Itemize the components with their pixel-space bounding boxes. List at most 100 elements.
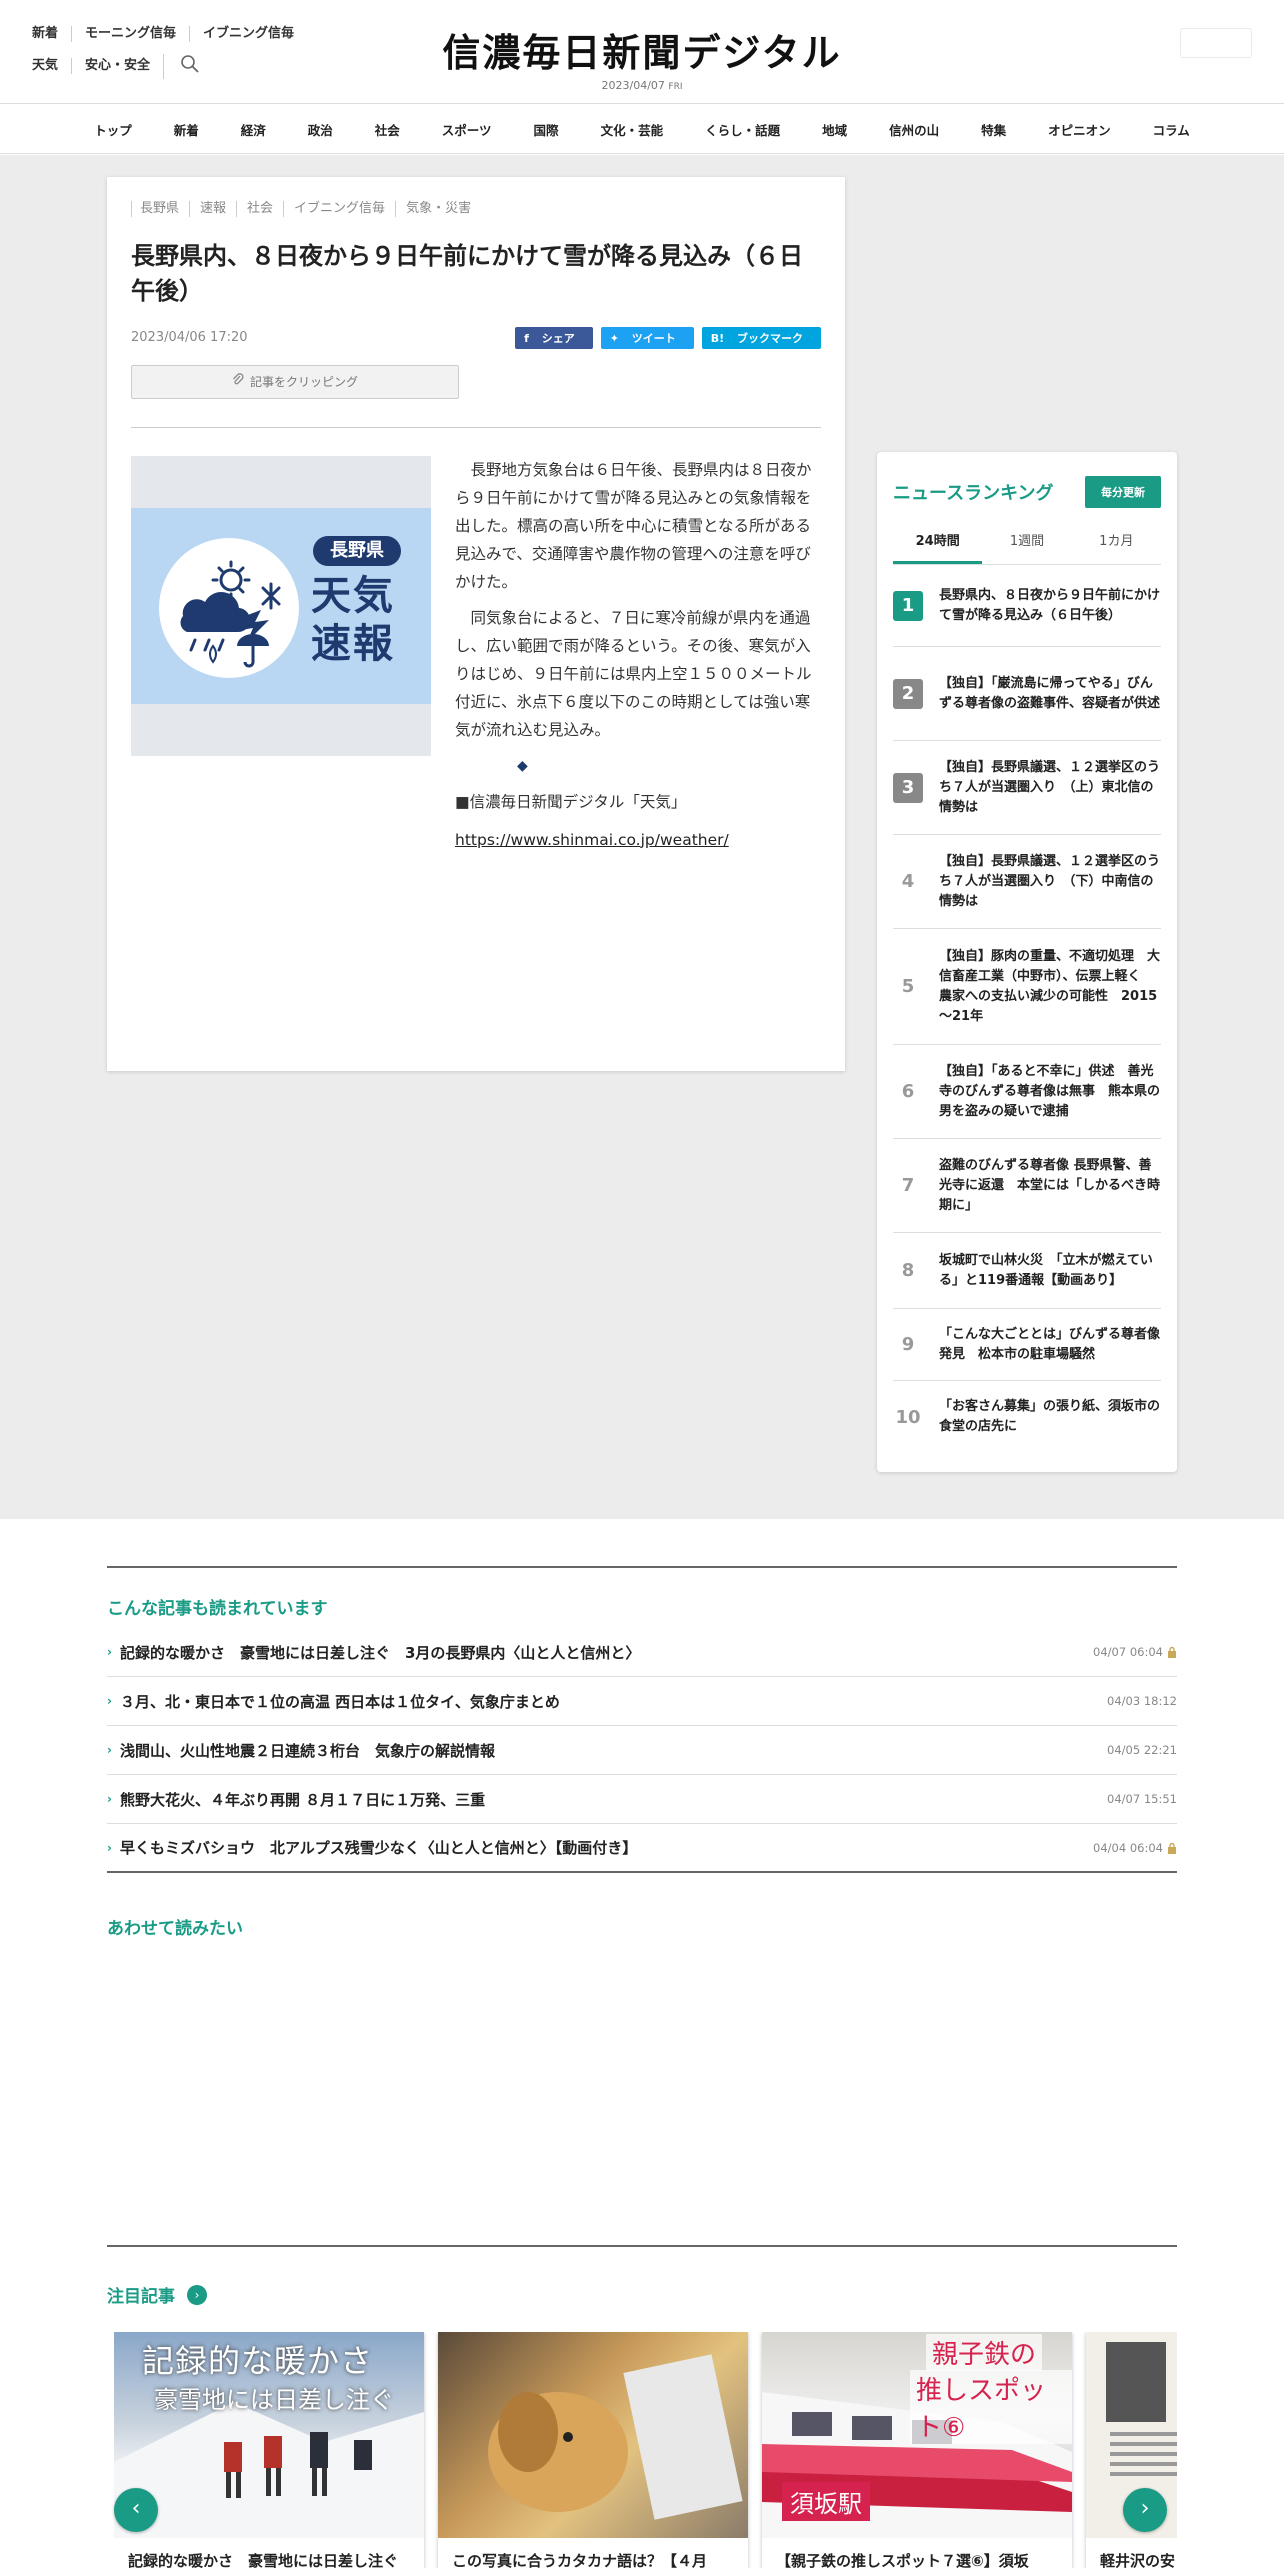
clip-label: 記事をクリッピング bbox=[249, 375, 358, 390]
ranking-number: 2 bbox=[893, 678, 923, 709]
related-article-time: 04/07 15:51 bbox=[1107, 1792, 1177, 1806]
tag-nagano[interactable]: 長野県 bbox=[131, 201, 189, 217]
ranking-item-title: 【独自】「あると不幸に」供述 善光寺のびんずる尊者像は無事 熊本県の男を盗みの疑… bbox=[939, 1063, 1161, 1119]
hatena-bookmark-label: ブックマーク bbox=[737, 331, 803, 345]
nav-item-top[interactable]: トップ bbox=[73, 120, 153, 139]
ranking-item[interactable]: 7 盗難のびんずる尊者像 長野県警、善光寺に返還 本堂には「しかるべき時期に」 bbox=[893, 1139, 1161, 1233]
related-article-item[interactable]: › 熊野大花火、４年ぶり再開 ８月１７日に１万発、三重 04/07 15:51 bbox=[107, 1775, 1177, 1824]
weather-link[interactable]: https://www.shinmai.co.jp/weather/ bbox=[455, 826, 821, 854]
header-account-button[interactable] bbox=[1180, 28, 1252, 58]
ranking-item[interactable]: 3 【独自】長野県議選、１２選挙区のうち７人が当選圏入り （上）東北信の情勢は bbox=[893, 741, 1161, 835]
ranking-number: 1 bbox=[893, 590, 923, 621]
ranking-title: ニュースランキング bbox=[893, 483, 1054, 504]
featured-card-title: 【親子鉄の推しスポット７選⑥】須坂 bbox=[776, 2552, 1029, 2568]
nav-item-society[interactable]: 社会 bbox=[354, 120, 421, 139]
diamond-separator: ◆ bbox=[517, 757, 528, 774]
global-nav: トップ 新着 経済 政治 社会 スポーツ 国際 文化・芸能 くらし・話題 地域 … bbox=[0, 104, 1284, 154]
section-divider bbox=[107, 2245, 1177, 2247]
ranking-number: 5 bbox=[901, 976, 915, 997]
featured-card[interactable]: 軽井沢の安 bbox=[1086, 2332, 1177, 2568]
related-article-item[interactable]: › ３月、北・東日本で１位の高温 西日本は１位タイ、気象庁まとめ 04/03 18… bbox=[107, 1677, 1177, 1726]
lock-icon bbox=[1167, 1646, 1177, 1658]
featured-header[interactable]: 注目記事 › bbox=[107, 2282, 207, 2307]
tab-1week[interactable]: 1週間 bbox=[982, 530, 1071, 564]
featured-card-overlay-subtitle: 推しスポット⑥ bbox=[910, 2370, 1072, 2444]
tag-breaking[interactable]: 速報 bbox=[189, 201, 236, 217]
nav-item-mountains[interactable]: 信州の山 bbox=[868, 120, 960, 139]
related-article-item[interactable]: › 浅間山、火山性地震２日連続３桁台 気象庁の解説情報 04/05 22:21 bbox=[107, 1726, 1177, 1775]
ranking-item[interactable]: 5 【独自】豚肉の重量、不適切処理 大信畜産工業（中野市）、伝票上軽く 農家への… bbox=[893, 929, 1161, 1045]
ranking-item-title: 「お客さん募集」の張り紙、須坂市の食堂の店先に bbox=[939, 1399, 1161, 1434]
paperclip-icon bbox=[232, 373, 244, 390]
ranking-item[interactable]: 2 【独自】「巌流島に帰ってやる」びんずる尊者像の盗難事件、容疑者が供述 bbox=[893, 647, 1161, 741]
featured-card[interactable]: この写真に合うカタカナ語は？【４月 bbox=[438, 2332, 748, 2568]
article-meta: 2023/04/06 17:20 f シェア ✦ ツイート B! ブックマーク bbox=[131, 326, 821, 349]
ranking-item-title: 【独自】長野県議選、１２選挙区のうち７人が当選圏入り （下）中南信の情勢は bbox=[939, 853, 1161, 909]
nav-item-international[interactable]: 国際 bbox=[513, 120, 580, 139]
chevron-right-icon: › bbox=[107, 1743, 112, 1757]
nav-item-politics[interactable]: 政治 bbox=[287, 120, 354, 139]
nav-item-economy[interactable]: 経済 bbox=[220, 120, 287, 139]
related-article-title: 熊野大花火、４年ぶり再開 ８月１７日に１万発、三重 bbox=[119, 1790, 486, 1809]
featured-card-image: 親子鉄の 推しスポット⑥ 須坂駅 bbox=[762, 2332, 1072, 2538]
article-tags: 長野県 速報 社会 イブニング信毎 気象・災害 bbox=[131, 201, 821, 217]
ranking-item-title: 長野県内、８日夜から９日午前にかけて雪が降る見込み（６日午後） bbox=[939, 587, 1161, 623]
ranking-item[interactable]: 1 長野県内、８日夜から９日午前にかけて雪が降る見込み（６日午後） bbox=[893, 565, 1161, 647]
ranking-number: 3 bbox=[893, 772, 923, 803]
carousel-next-button[interactable]: › bbox=[1123, 2488, 1167, 2532]
ranking-item[interactable]: 10 「お客さん募集」の張り紙、須坂市の食堂の店先に bbox=[893, 1381, 1161, 1453]
ranking-item-title: 坂城町で山林火災 「立木が燃えている」と119番通報【動画あり】 bbox=[939, 1252, 1153, 1288]
article-source-label: ■信濃毎日新聞デジタル「天気」 bbox=[455, 792, 687, 811]
clip-article-button[interactable]: 記事をクリッピング bbox=[131, 364, 459, 399]
tag-weather[interactable]: 気象・災害 bbox=[395, 201, 481, 217]
related-article-time: 04/03 18:12 bbox=[1107, 1694, 1177, 1708]
ranking-number: 6 bbox=[901, 1081, 915, 1102]
ranking-number: 4 bbox=[901, 871, 915, 892]
nav-item-features[interactable]: 特集 bbox=[960, 120, 1027, 139]
nav-item-lifestyle[interactable]: くらし・話題 bbox=[684, 120, 801, 139]
header-account-area bbox=[1180, 28, 1252, 58]
tab-24h[interactable]: 24時間 bbox=[893, 530, 983, 564]
ranking-item[interactable]: 8 坂城町で山林火災 「立木が燃えている」と119番通報【動画あり】 bbox=[893, 1233, 1161, 1309]
featured-card[interactable]: 親子鉄の 推しスポット⑥ 須坂駅 【親子鉄の推しスポット７選⑥】須坂 bbox=[762, 2332, 1072, 2568]
hatena-bookmark-button[interactable]: B! ブックマーク bbox=[701, 326, 821, 349]
nav-item-opinion[interactable]: オピニオン bbox=[1027, 120, 1132, 139]
nav-item-culture[interactable]: 文化・芸能 bbox=[580, 120, 685, 139]
weather-icons-circle bbox=[159, 537, 299, 678]
tag-evening[interactable]: イブニング信毎 bbox=[283, 201, 395, 217]
ranking-number: 7 bbox=[901, 1175, 915, 1196]
nav-item-column[interactable]: コラム bbox=[1132, 120, 1211, 139]
featured-card-station-label: 須坂駅 bbox=[782, 2482, 870, 2521]
ranking-item[interactable]: 6 【独自】「あると不幸に」供述 善光寺のびんずる尊者像は無事 熊本県の男を盗み… bbox=[893, 1045, 1161, 1139]
tag-society[interactable]: 社会 bbox=[236, 201, 283, 217]
ranking-tabs: 24時間 1週間 1カ月 bbox=[893, 530, 1161, 565]
ranking-list: 1 長野県内、８日夜から９日午前にかけて雪が降る見込み（６日午後） 2 【独自】… bbox=[893, 565, 1161, 1453]
featured-card-title: 軽井沢の安 bbox=[1100, 2552, 1176, 2568]
featured-card[interactable]: 記録的な暖かさ 豪雪地には日差し注ぐ 記録的な暖かさ 豪雪地には日差し注ぐ bbox=[114, 2332, 424, 2568]
also-read-section-title: あわせて読みたい bbox=[107, 1919, 243, 1939]
site-logo[interactable]: 信濃毎日新聞デジタル 2023/04/07 FRI bbox=[0, 22, 1284, 92]
weather-image-line1: 天気 bbox=[311, 572, 395, 619]
article-paragraph-1: 長野地方気象台は６日午後、長野県内は８日夜から９日午前にかけて雪が降る見込みとの… bbox=[455, 460, 812, 591]
related-article-time: 04/04 06:04 bbox=[1093, 1840, 1163, 1855]
article-divider bbox=[131, 426, 821, 428]
weather-pref-label: 長野県 bbox=[313, 535, 401, 566]
article-body: 長野県 天気 速報 長野地方気象台は６日午後、長野県内は８日夜から９日午前にかけ… bbox=[131, 455, 821, 854]
carousel-prev-button[interactable]: ‹ bbox=[114, 2488, 158, 2532]
facebook-share-button[interactable]: f シェア bbox=[515, 326, 593, 349]
ranking-item[interactable]: 9 「こんな大ごととは」びんずる尊者像発見 松本市の駐車場騒然 bbox=[893, 1309, 1161, 1381]
weather-image-line2: 速報 bbox=[311, 620, 395, 667]
lock-icon bbox=[1167, 1842, 1177, 1854]
tab-1month[interactable]: 1カ月 bbox=[1072, 530, 1161, 564]
related-article-item[interactable]: › 早くもミズバショウ 北アルプス残雪少なく〈山と人と信州と〉【動画付き】 04/… bbox=[107, 1824, 1177, 1873]
featured-card-overlay-subtitle: 豪雪地には日差し注ぐ bbox=[154, 2386, 394, 2414]
nav-item-sports[interactable]: スポーツ bbox=[421, 120, 513, 139]
twitter-share-button[interactable]: ✦ ツイート bbox=[600, 326, 694, 349]
twitter-share-label: ツイート bbox=[631, 331, 676, 345]
related-article-item[interactable]: › 記録的な暖かさ 豪雪地には日差し注ぐ 3月の長野県内〈山と人と信州と〉 04/… bbox=[107, 1628, 1177, 1677]
related-article-title: 記録的な暖かさ 豪雪地には日差し注ぐ 3月の長野県内〈山と人と信州と〉 bbox=[119, 1643, 641, 1662]
nav-item-new[interactable]: 新着 bbox=[153, 120, 220, 139]
dog-photo-illustration bbox=[488, 2354, 743, 2520]
nav-item-region[interactable]: 地域 bbox=[801, 120, 868, 139]
ranking-item[interactable]: 4 【独自】長野県議選、１２選挙区のうち７人が当選圏入り （下）中南信の情勢は bbox=[893, 835, 1161, 929]
